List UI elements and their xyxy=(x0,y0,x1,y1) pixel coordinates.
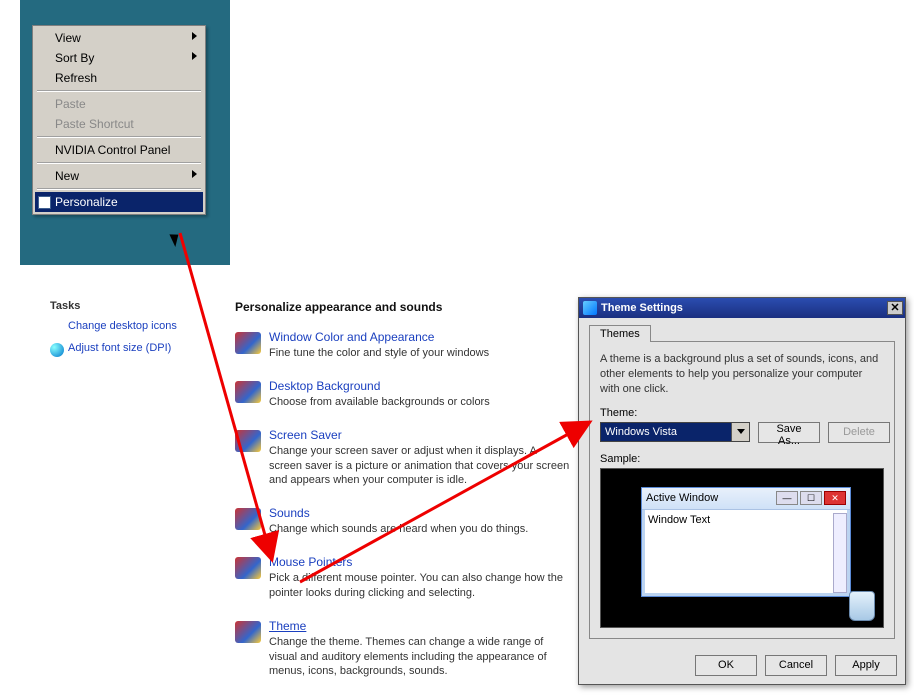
menu-item-label: Sort By xyxy=(55,51,94,65)
personalize-link-sounds[interactable]: Sounds xyxy=(269,506,310,520)
close-icon: ✕ xyxy=(824,491,846,505)
personalize-link-theme[interactable]: Theme xyxy=(269,619,306,633)
personalize-item: Sounds Change which sounds are heard when… xyxy=(235,506,570,537)
personalize-item: Window Color and Appearance Fine tune the… xyxy=(235,330,570,361)
sample-window: Active Window — ☐ ✕ Window Text xyxy=(641,487,851,597)
personalize-panel: Personalize appearance and sounds Window… xyxy=(235,300,570,697)
menu-item-label: Paste Shortcut xyxy=(55,117,134,131)
cancel-button[interactable]: Cancel xyxy=(765,655,827,676)
personalize-desc: Choose from available backgrounds or col… xyxy=(269,395,570,410)
menu-separator xyxy=(37,136,201,138)
menu-separator xyxy=(37,90,201,92)
menu-item-personalize[interactable]: Personalize xyxy=(35,192,203,212)
personalize-desc: Change the theme. Themes can change a wi… xyxy=(269,635,570,680)
sample-window-text: Window Text xyxy=(642,510,850,530)
personalize-item: Theme Change the theme. Themes can change… xyxy=(235,619,570,680)
task-link-adjust-font-size-dpi-[interactable]: Adjust font size (DPI) xyxy=(50,342,210,354)
menu-item-label: Personalize xyxy=(55,195,118,209)
menu-item-view[interactable]: View xyxy=(35,28,203,48)
sample-window-title: Active Window xyxy=(646,492,718,504)
chevron-right-icon xyxy=(192,52,197,60)
category-icon xyxy=(235,332,261,354)
personalize-desc: Change which sounds are heard when you d… xyxy=(269,522,570,537)
save-as-button[interactable]: Save As... xyxy=(758,422,820,443)
personalize-item: Screen Saver Change your screen saver or … xyxy=(235,428,570,489)
menu-item-label: Paste xyxy=(55,97,86,111)
chevron-right-icon xyxy=(192,32,197,40)
menu-item-paste: Paste xyxy=(35,94,203,114)
ok-button[interactable]: OK xyxy=(695,655,757,676)
sample-preview: Active Window — ☐ ✕ Window Text xyxy=(600,468,884,628)
recycle-bin-icon xyxy=(849,591,875,621)
personalize-item: Desktop Background Choose from available … xyxy=(235,379,570,410)
personalize-link-desktop-background[interactable]: Desktop Background xyxy=(269,379,380,393)
personalize-link-screen-saver[interactable]: Screen Saver xyxy=(269,428,342,442)
personalize-desc: Pick a different mouse pointer. You can … xyxy=(269,571,570,601)
dialog-title: Theme Settings xyxy=(601,302,883,314)
chevron-down-icon xyxy=(731,423,749,441)
personalize-link-mouse-pointers[interactable]: Mouse Pointers xyxy=(269,555,352,569)
sample-label: Sample: xyxy=(600,453,884,465)
theme-select-value: Windows Vista xyxy=(605,426,677,438)
dpi-icon xyxy=(50,343,64,357)
menu-item-refresh[interactable]: Refresh xyxy=(35,68,203,88)
menu-item-label: NVIDIA Control Panel xyxy=(55,143,170,157)
personalize-item: Mouse Pointers Pick a different mouse poi… xyxy=(235,555,570,601)
menu-item-label: Refresh xyxy=(55,71,97,85)
category-icon xyxy=(235,508,261,530)
context-menu: View Sort By Refresh Paste Paste Shortcut NVI… xyxy=(32,25,206,215)
task-link-change-desktop-icons[interactable]: Change desktop icons xyxy=(50,320,210,332)
delete-button: Delete xyxy=(828,422,890,443)
menu-item-label: New xyxy=(55,169,79,183)
category-icon xyxy=(235,557,261,579)
dialog-titlebar[interactable]: Theme Settings ✕ xyxy=(579,298,905,318)
tasks-panel: Tasks Change desktop icons Adjust font si… xyxy=(50,300,210,364)
apply-button[interactable]: Apply xyxy=(835,655,897,676)
menu-separator xyxy=(37,162,201,164)
tasks-heading: Tasks xyxy=(50,300,210,312)
theme-settings-dialog: Theme Settings ✕ Themes A theme is a bac… xyxy=(578,297,906,685)
menu-separator xyxy=(37,188,201,190)
menu-item-paste-shortcut: Paste Shortcut xyxy=(35,114,203,134)
theme-select[interactable]: Windows Vista xyxy=(600,422,750,442)
dialog-help-text: A theme is a background plus a set of so… xyxy=(600,352,884,397)
personalize-desc: Change your screen saver or adjust when … xyxy=(269,444,570,489)
dialog-icon xyxy=(583,301,597,315)
theme-label: Theme: xyxy=(600,407,884,419)
chevron-right-icon xyxy=(192,170,197,178)
minimize-icon: — xyxy=(776,491,798,505)
scrollbar xyxy=(833,513,847,593)
tab-themes[interactable]: Themes xyxy=(589,325,651,342)
category-icon xyxy=(235,621,261,643)
category-icon xyxy=(235,381,261,403)
menu-item-nvidia-control-panel[interactable]: NVIDIA Control Panel xyxy=(35,140,203,160)
personalize-desc: Fine tune the color and style of your wi… xyxy=(269,346,570,361)
personalize-icon xyxy=(38,196,51,209)
close-button[interactable]: ✕ xyxy=(887,301,903,315)
personalize-heading: Personalize appearance and sounds xyxy=(235,300,570,314)
menu-item-sort-by[interactable]: Sort By xyxy=(35,48,203,68)
personalize-link-window-color-and-appearance[interactable]: Window Color and Appearance xyxy=(269,330,434,344)
category-icon xyxy=(235,430,261,452)
menu-item-new[interactable]: New xyxy=(35,166,203,186)
menu-item-label: View xyxy=(55,31,81,45)
maximize-icon: ☐ xyxy=(800,491,822,505)
